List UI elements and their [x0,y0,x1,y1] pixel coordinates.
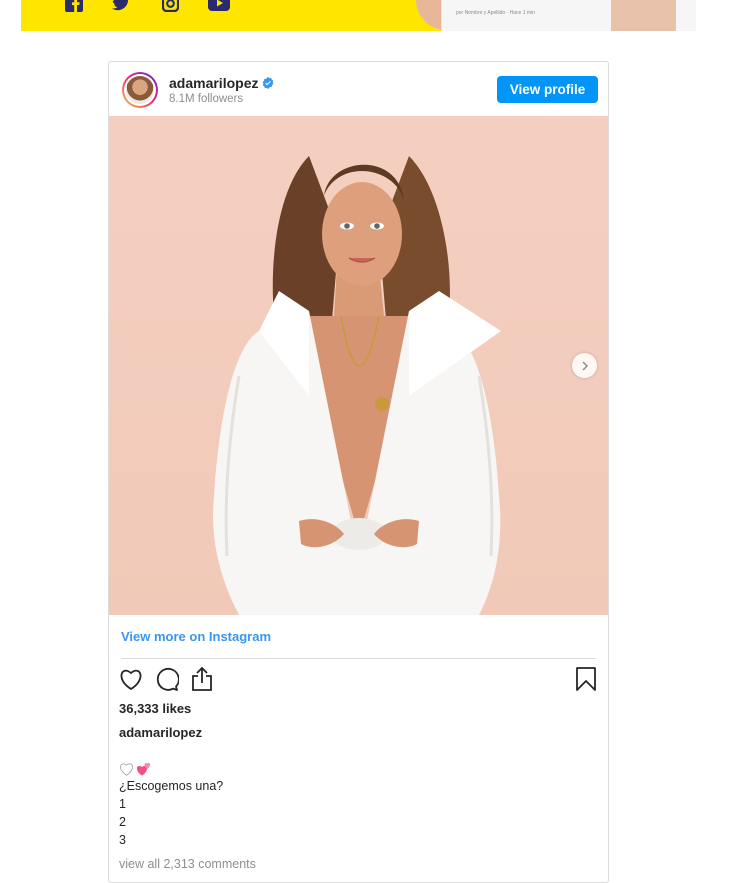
banner-card-text: por Nombre y Apellido · Hace 1 min [456,10,535,16]
like-count[interactable]: 36,333 likes [119,701,191,716]
youtube-icon[interactable] [208,0,230,12]
carousel-next-icon [581,360,588,371]
facebook-icon[interactable] [65,0,83,12]
caption-line: ¿Escogemos una? [119,779,224,793]
heart-icon [120,669,142,690]
post-photo-illustration [213,156,501,615]
share-icon [192,667,212,691]
avatar[interactable] [122,72,158,108]
caption-line: 1 [119,797,126,811]
avatar-image-frame [124,74,156,106]
two-hearts-emoji [136,762,151,776]
post-photo[interactable] [109,116,608,615]
top-banner: por Nombre y Apellido · Hace 1 min [21,0,696,31]
instagram-embed: adamarilopez 8.1M followers View profile [108,61,609,883]
white-heart-emoji [120,763,133,776]
save-button[interactable] [573,666,599,692]
view-more-on-instagram-link[interactable]: View more on Instagram [121,629,271,644]
caption-line: 3 [119,833,126,847]
post-header: adamarilopez 8.1M followers View profile [109,62,608,116]
caption-emoji [119,760,152,778]
avatar-image [126,76,154,104]
twitter-icon[interactable] [112,0,130,12]
share-button[interactable] [189,666,215,692]
caption-username[interactable]: adamarilopez [119,725,202,740]
divider [121,658,596,659]
follower-count: 8.1M followers [169,93,244,105]
caption-line: 2 [119,815,126,829]
comment-button[interactable] [154,666,180,692]
bookmark-icon [576,667,596,691]
username[interactable]: adamarilopez [169,75,258,91]
instagram-icon[interactable] [162,0,179,12]
verified-badge-icon [263,77,274,89]
comment-icon [156,668,179,691]
like-button[interactable] [118,666,144,692]
carousel-next-button[interactable] [572,353,597,378]
username-row[interactable]: adamarilopez [169,75,274,91]
view-all-comments-link[interactable]: view all 2,313 comments [119,857,256,871]
view-profile-button[interactable]: View profile [497,76,598,103]
banner-card-thumbnail [611,0,676,31]
